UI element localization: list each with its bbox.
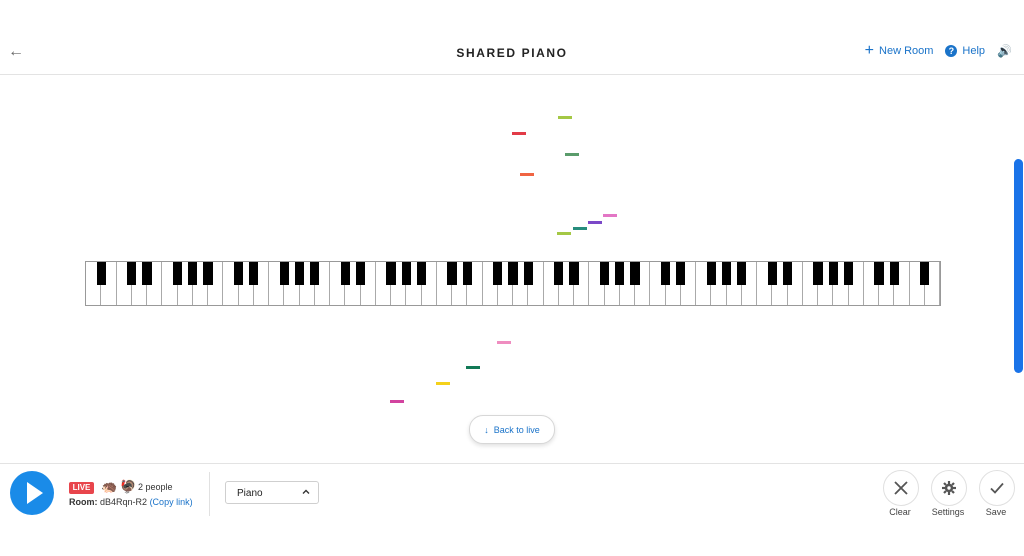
- play-button[interactable]: [10, 471, 54, 515]
- black-key[interactable]: [340, 262, 350, 285]
- help-label: Help: [962, 45, 986, 57]
- black-key[interactable]: [782, 262, 793, 285]
- note-bar: [603, 214, 617, 217]
- piano-keyboard[interactable]: [85, 261, 941, 306]
- black-key[interactable]: [676, 262, 686, 285]
- black-key[interactable]: [630, 262, 640, 285]
- note-bar: [557, 232, 571, 235]
- black-key[interactable]: [96, 262, 106, 285]
- clear-label: Clear: [889, 507, 911, 517]
- black-key[interactable]: [660, 262, 671, 285]
- black-key[interactable]: [294, 262, 305, 285]
- note-bar: [588, 221, 602, 224]
- black-key[interactable]: [615, 262, 625, 285]
- black-key[interactable]: [721, 262, 732, 285]
- black-key[interactable]: [889, 262, 899, 285]
- header: ← SHARED PIANO + New Room ? Help 🔊: [0, 0, 1024, 75]
- clear-button[interactable]: [883, 470, 919, 506]
- new-room-label: New Room: [879, 45, 934, 57]
- black-key[interactable]: [355, 262, 366, 285]
- note-bar: [497, 341, 511, 344]
- speaker-icon[interactable]: 🔊: [997, 44, 1012, 58]
- live-badge: LIVE: [69, 482, 94, 494]
- gear-icon: [942, 481, 956, 495]
- note-bar: [436, 382, 450, 385]
- back-to-live-button[interactable]: ↓ Back to live: [469, 415, 555, 444]
- help-icon: ?: [945, 45, 958, 57]
- room-label: Room:: [69, 497, 98, 507]
- black-key[interactable]: [843, 262, 854, 285]
- black-key[interactable]: [920, 262, 930, 285]
- black-key[interactable]: [554, 262, 564, 285]
- black-key[interactable]: [813, 262, 823, 285]
- chevron-up-icon: [302, 489, 310, 494]
- room-id: dB4Rqn-R2: [100, 497, 148, 507]
- participant-avatar: 🦔: [101, 479, 118, 494]
- black-key[interactable]: [737, 262, 747, 285]
- plus-icon: +: [864, 42, 875, 59]
- black-key[interactable]: [523, 262, 533, 285]
- new-room-button[interactable]: + New Room: [864, 42, 934, 59]
- back-to-live-label: Back to live: [493, 424, 540, 435]
- header-actions: + New Room ? Help 🔊: [864, 42, 1012, 59]
- note-bar: [390, 400, 404, 403]
- black-key[interactable]: [386, 262, 396, 285]
- black-key[interactable]: [401, 262, 411, 285]
- note-bar: [520, 173, 534, 176]
- people-count: 2 people: [138, 482, 173, 492]
- black-key[interactable]: [508, 262, 518, 285]
- black-key[interactable]: [462, 262, 472, 285]
- participant-avatar: 🦃: [120, 479, 137, 494]
- black-key[interactable]: [249, 262, 259, 285]
- black-key[interactable]: [233, 262, 244, 285]
- check-icon: [990, 482, 1004, 494]
- black-key[interactable]: [447, 262, 457, 285]
- black-key[interactable]: [599, 262, 610, 285]
- black-key[interactable]: [416, 262, 427, 285]
- note-bar: [565, 153, 579, 156]
- black-key[interactable]: [142, 262, 152, 285]
- note-bar: [558, 116, 572, 119]
- black-key[interactable]: [767, 262, 777, 285]
- black-key[interactable]: [493, 262, 503, 285]
- note-bar: [512, 132, 526, 135]
- arrow-down-icon: ↓: [484, 424, 489, 435]
- room-info: Room: dB4Rqn-R2 (Copy link): [69, 497, 193, 507]
- black-key[interactable]: [172, 262, 183, 285]
- settings-button[interactable]: [931, 470, 967, 506]
- divider: [209, 472, 210, 516]
- black-key[interactable]: [569, 262, 579, 285]
- black-key[interactable]: [874, 262, 884, 285]
- copy-link[interactable]: (Copy link): [150, 497, 193, 507]
- footer-toolbar: LIVE 🦔 🦃 2 people Room: dB4Rqn-R2 (Copy …: [0, 463, 1024, 556]
- note-bar: [466, 366, 480, 369]
- black-key[interactable]: [310, 262, 320, 285]
- instrument-select[interactable]: Piano: [225, 481, 319, 504]
- help-button[interactable]: ? Help: [945, 45, 985, 57]
- note-bar: [573, 227, 587, 230]
- black-key[interactable]: [279, 262, 289, 285]
- close-icon: [894, 481, 908, 495]
- save-label: Save: [985, 507, 1007, 517]
- black-key[interactable]: [203, 262, 213, 285]
- scrollbar-thumb[interactable]: [1014, 159, 1023, 373]
- settings-label: Settings: [931, 507, 965, 517]
- black-key[interactable]: [828, 262, 838, 285]
- black-key[interactable]: [188, 262, 198, 285]
- black-key[interactable]: [706, 262, 716, 285]
- black-key[interactable]: [127, 262, 137, 285]
- save-button[interactable]: [979, 470, 1015, 506]
- instrument-value: Piano: [237, 488, 263, 499]
